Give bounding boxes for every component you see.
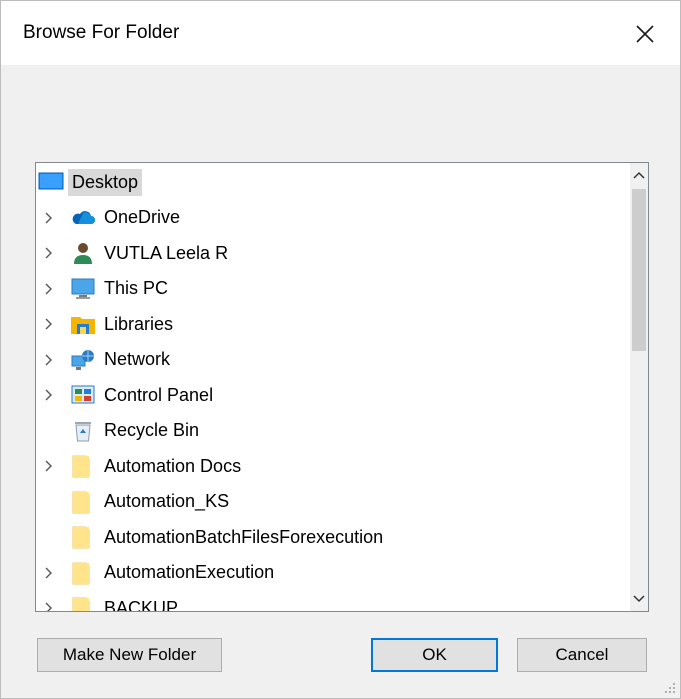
folder-icon (70, 595, 96, 611)
tree-item-label: Automation Docs (104, 455, 242, 476)
tree-item[interactable]: Automation_KS (42, 485, 229, 519)
resize-grip-icon[interactable] (664, 682, 676, 694)
folder-icon (70, 524, 96, 550)
expand-chevron-icon[interactable] (42, 566, 56, 580)
tree-item[interactable]: AutomationExecution (42, 556, 274, 590)
make-new-folder-button[interactable]: Make New Folder (37, 638, 222, 672)
tree-item-label: Recycle Bin (104, 420, 200, 440)
expand-chevron-icon[interactable] (42, 459, 56, 473)
expand-chevron-icon[interactable] (42, 246, 56, 260)
browse-for-folder-dialog: Browse For Folder Desktop OneDrive VUTLA L… (0, 0, 681, 699)
tree-item[interactable]: OneDrive (42, 201, 180, 235)
dialog-title: Browse For Folder (23, 22, 180, 43)
tree-item[interactable]: VUTLA Leela R (42, 236, 228, 270)
folder-icon (70, 453, 96, 479)
tree-item[interactable]: Control Panel (42, 378, 213, 412)
network-icon (70, 347, 96, 373)
cancel-button[interactable]: Cancel (517, 638, 647, 672)
expand-chevron-icon[interactable] (42, 353, 56, 367)
this-pc-icon (70, 276, 96, 302)
chevron-up-icon (633, 171, 645, 179)
folder-tree[interactable]: Desktop OneDrive VUTLA Leela R This PC Libra… (35, 162, 649, 612)
recycle-bin-icon (70, 418, 96, 444)
scroll-up-button[interactable] (630, 163, 648, 187)
tree-item[interactable]: Network (42, 343, 170, 377)
tree-item[interactable]: BACKUP (42, 591, 179, 612)
tree-item[interactable]: Recycle Bin (42, 414, 199, 448)
folder-tree-rows: Desktop OneDrive VUTLA Leela R This PC Libra… (36, 163, 630, 611)
tree-item-label: Desktop (68, 168, 143, 196)
desktop-icon (38, 169, 64, 195)
user-icon (70, 240, 96, 266)
tree-item-label: Network (104, 349, 171, 369)
libraries-icon (70, 311, 96, 337)
tree-item-label: Control Panel (104, 384, 214, 405)
tree-item-label: VUTLA Leela R (104, 242, 229, 263)
expand-chevron-icon[interactable] (42, 388, 56, 402)
close-icon (636, 25, 654, 43)
scroll-thumb[interactable] (632, 189, 646, 351)
folder-icon (70, 489, 96, 515)
tree-item-label: AutomationBatchFilesForexecution (104, 526, 384, 547)
expand-chevron-icon[interactable] (42, 211, 56, 225)
title-bar: Browse For Folder (1, 1, 680, 65)
folder-icon (70, 560, 96, 586)
tree-item-label: OneDrive (104, 207, 181, 227)
ok-button[interactable]: OK (371, 638, 498, 672)
tree-item[interactable]: Libraries (42, 307, 173, 341)
vertical-scrollbar[interactable] (630, 163, 648, 611)
expand-chevron-icon[interactable] (42, 317, 56, 331)
tree-item[interactable]: AutomationBatchFilesForexecution (42, 520, 383, 554)
onedrive-cloud-icon (70, 205, 96, 231)
tree-item-label: Automation_KS (104, 491, 230, 511)
expand-chevron-icon[interactable] (42, 282, 56, 296)
tree-item[interactable]: This PC (42, 272, 168, 306)
chevron-down-icon (633, 595, 645, 603)
tree-item[interactable]: Automation Docs (42, 449, 241, 483)
tree-item-label: Libraries (104, 313, 174, 334)
tree-item-label: BACKUP (104, 597, 179, 612)
scroll-down-button[interactable] (630, 587, 648, 611)
tree-item[interactable]: Desktop (38, 165, 143, 199)
tree-item-label: This PC (104, 278, 169, 298)
control-panel-icon (70, 382, 96, 408)
close-button[interactable] (625, 17, 665, 51)
expand-chevron-icon[interactable] (42, 601, 56, 611)
tree-item-label: AutomationExecution (104, 562, 275, 582)
